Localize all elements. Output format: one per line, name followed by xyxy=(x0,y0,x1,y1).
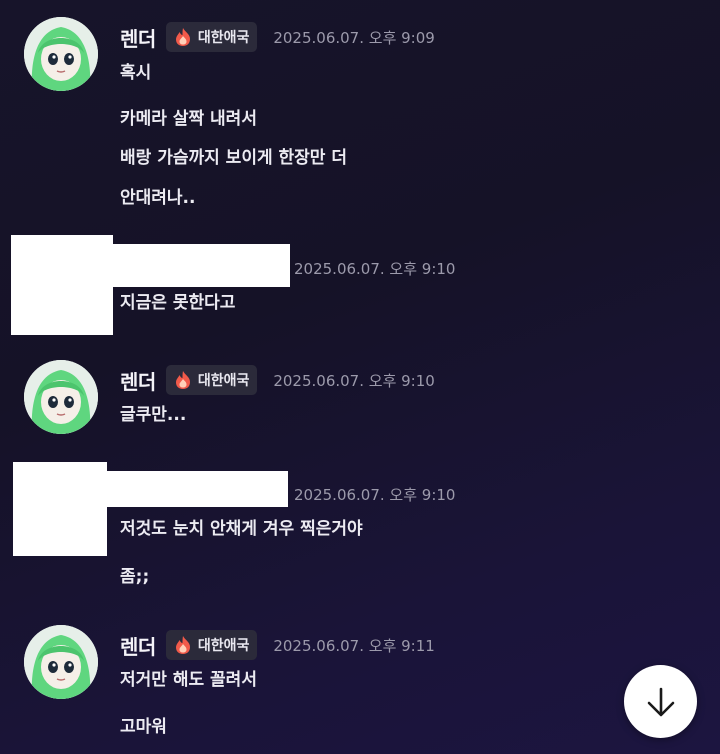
message-header: 렌더 대한애국 2025.06.07. 오후 9:10 xyxy=(120,363,435,397)
message-text: 저것도 눈치 안채게 겨우 찍은거야 xyxy=(120,519,363,539)
message-text: 안대려나.. xyxy=(120,188,196,208)
username[interactable]: 렌더 xyxy=(120,366,156,395)
scroll-to-bottom-button[interactable] xyxy=(624,665,697,738)
message-text: 혹시 xyxy=(120,63,152,83)
badge-label: 대한애국 xyxy=(197,373,250,389)
flame-icon xyxy=(175,371,190,389)
redacted-username xyxy=(112,244,290,287)
avatar[interactable] xyxy=(24,17,98,91)
avatar[interactable] xyxy=(24,625,98,699)
message-text: 좀;; xyxy=(120,567,150,587)
timestamp: 2025.06.07. 오후 9:10 xyxy=(294,260,456,278)
message-text: 고마워 xyxy=(120,717,167,737)
badge-label: 대한애국 xyxy=(197,638,250,654)
redacted-avatar xyxy=(11,235,113,335)
timestamp: 2025.06.07. 오후 9:11 xyxy=(273,636,435,655)
username[interactable]: 렌더 xyxy=(120,23,156,52)
message-header: 렌더 대한애국 2025.06.07. 오후 9:11 xyxy=(120,628,435,662)
message-text: 카메라 살짝 내려서 xyxy=(120,109,257,129)
message-header: 렌더 대한애국 2025.06.07. 오후 9:09 xyxy=(120,20,435,54)
message-text: 저거만 해도 꼴려서 xyxy=(120,670,257,690)
message-text: 배랑 가슴까지 보이게 한장만 더 xyxy=(120,148,347,168)
timestamp: 2025.06.07. 오후 9:10 xyxy=(273,371,435,390)
user-badge[interactable]: 대한애국 xyxy=(165,365,258,395)
redacted-avatar xyxy=(13,462,107,556)
user-badge[interactable]: 대한애국 xyxy=(165,630,258,660)
username[interactable]: 렌더 xyxy=(120,631,156,660)
arrow-down-icon xyxy=(647,687,674,716)
message-text: 글쿠만... xyxy=(120,405,187,425)
flame-icon xyxy=(175,28,190,46)
badge-label: 대한애국 xyxy=(197,30,250,46)
timestamp: 2025.06.07. 오후 9:09 xyxy=(273,28,435,47)
user-badge[interactable]: 대한애국 xyxy=(165,22,258,52)
redacted-username xyxy=(106,471,288,507)
message-text: 지금은 못한다고 xyxy=(120,293,236,313)
timestamp: 2025.06.07. 오후 9:10 xyxy=(294,486,456,504)
avatar[interactable] xyxy=(24,360,98,434)
flame-icon xyxy=(175,636,190,654)
